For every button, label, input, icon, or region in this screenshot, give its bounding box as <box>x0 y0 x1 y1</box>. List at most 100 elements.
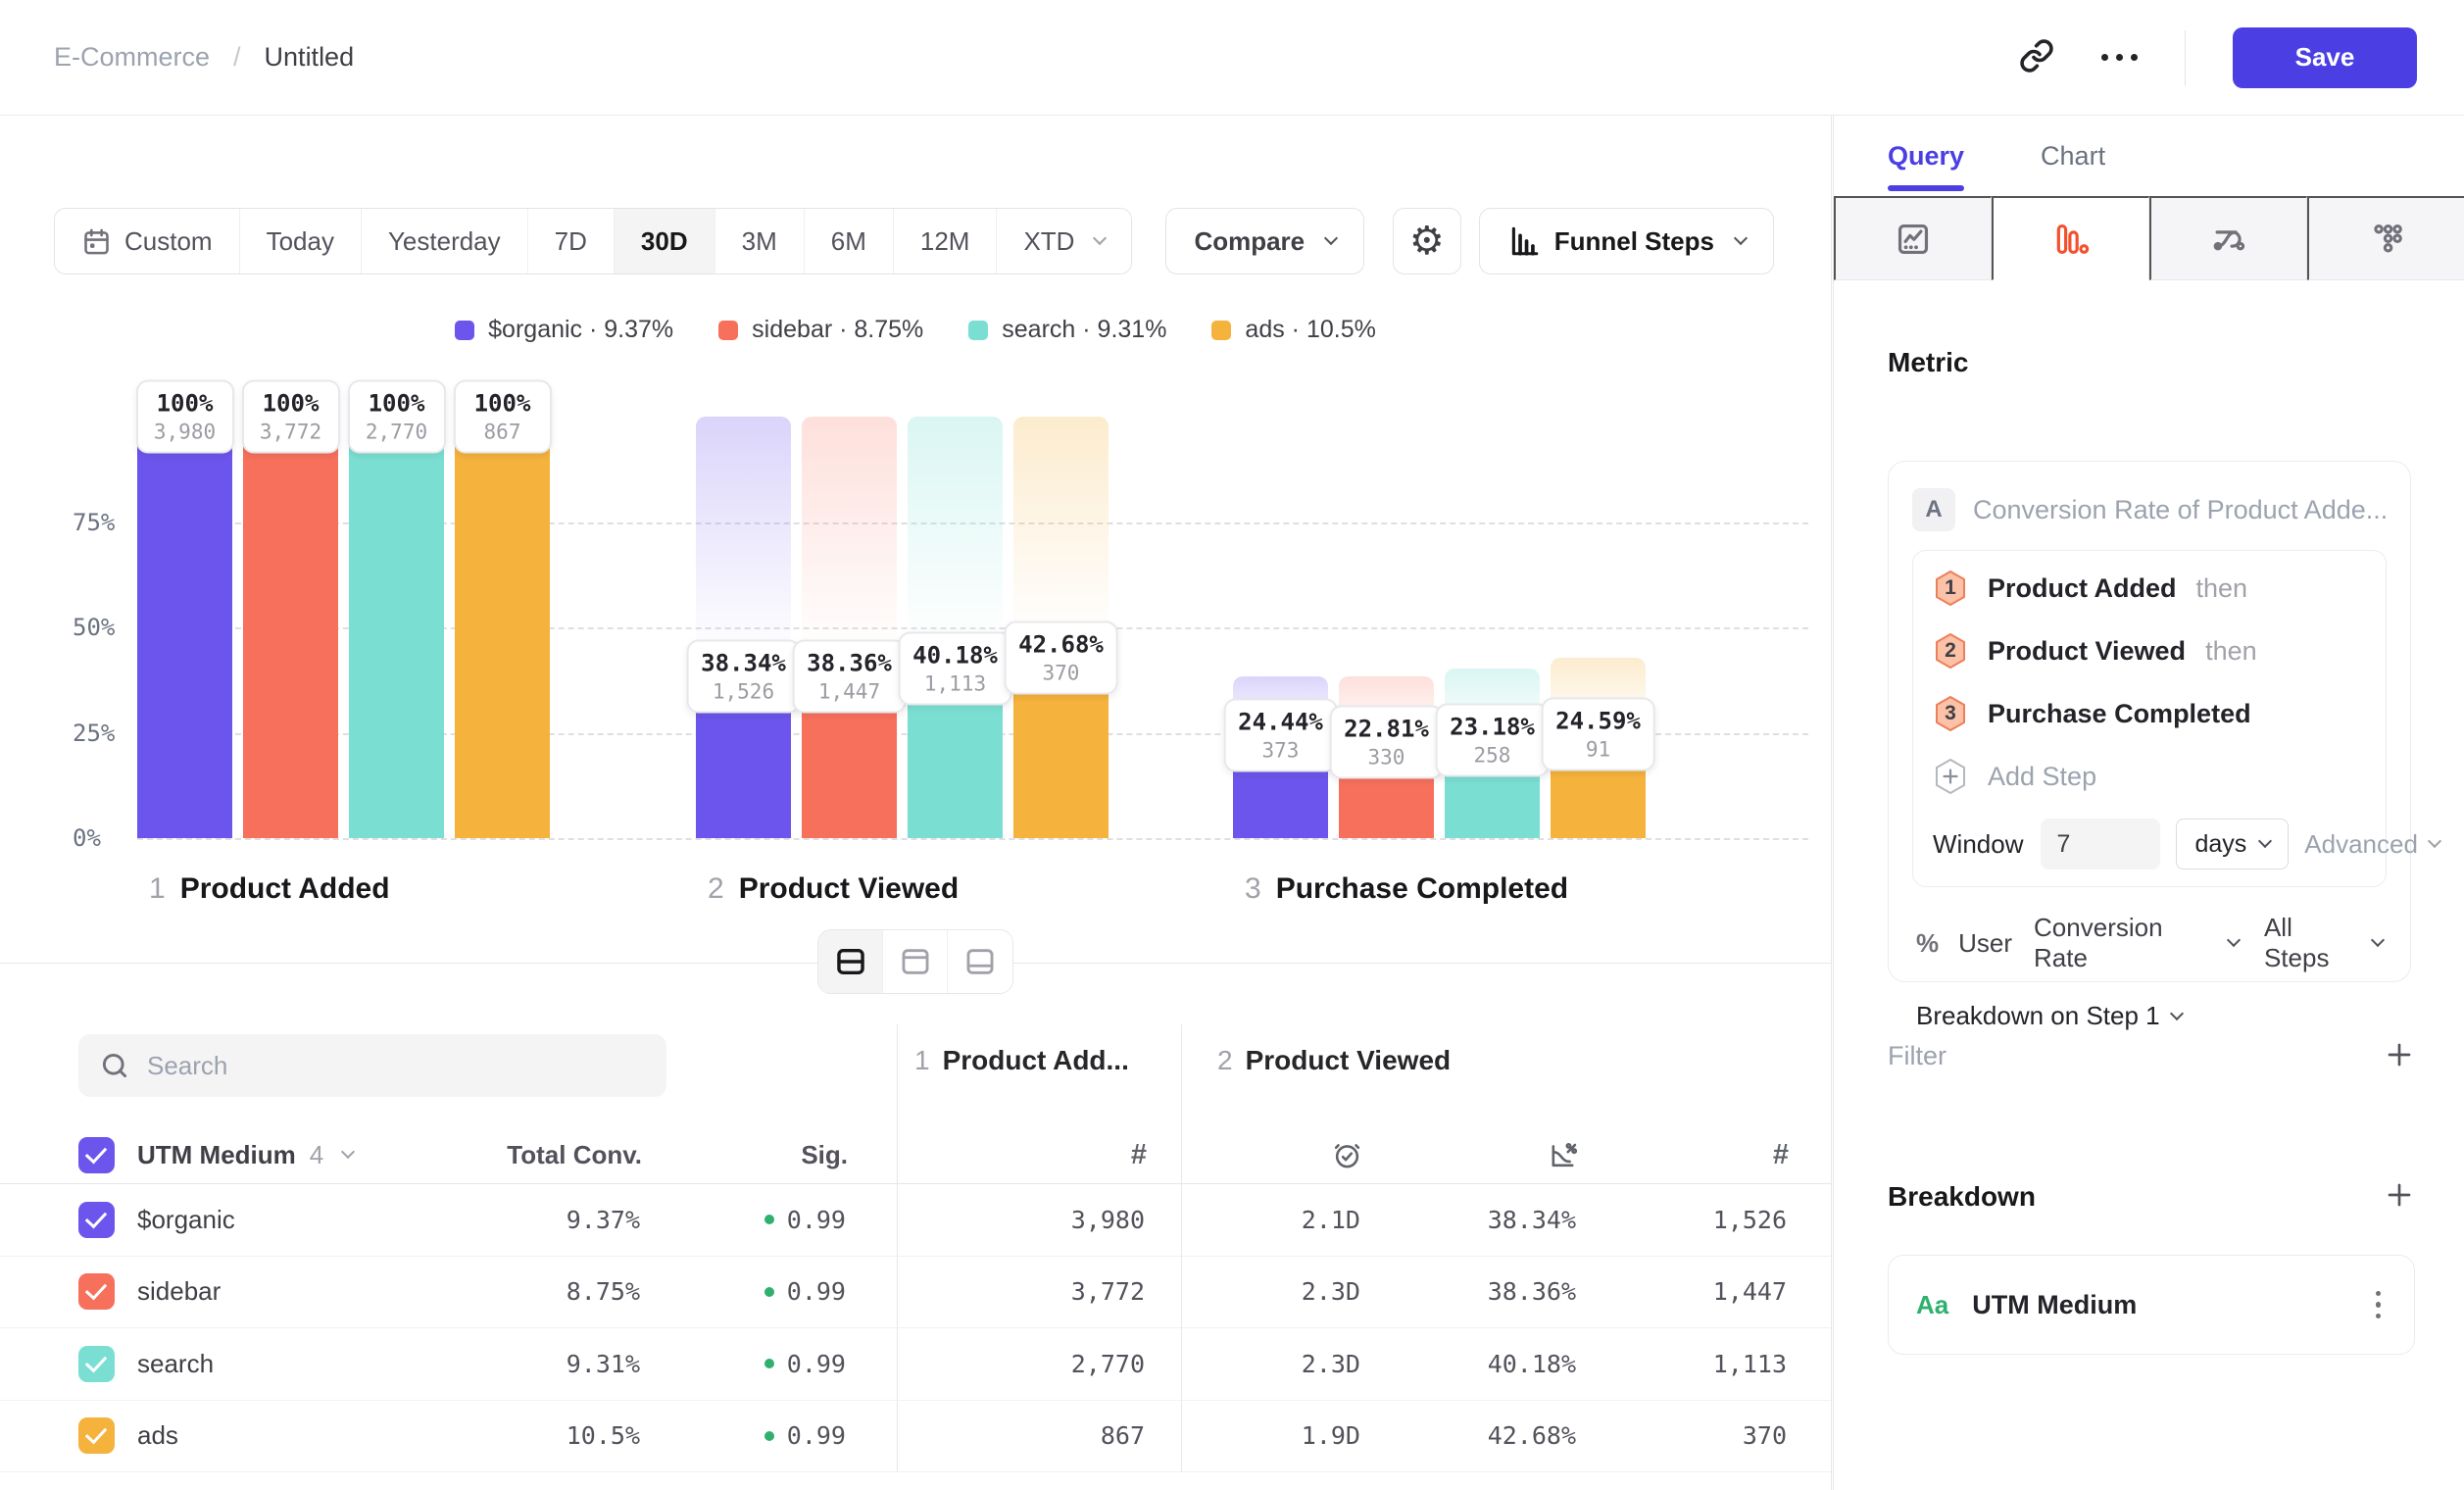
share-link-button[interactable] <box>2019 38 2054 76</box>
metric-summary[interactable]: A Conversion Rate of Product Adde... <box>1912 483 2387 536</box>
value-percent: 100% <box>257 390 325 418</box>
row-name: ads <box>137 1401 178 1472</box>
row-conv-rate: 40.18% <box>1488 1328 1576 1400</box>
step-number: 3 <box>1245 872 1261 906</box>
advanced-toggle[interactable]: Advanced <box>2304 829 2439 860</box>
value-count: 370 <box>1018 662 1104 685</box>
bar-ads-step-1[interactable] <box>455 417 550 838</box>
breakdown-on-label: Breakdown on Step 1 <box>1916 1001 2160 1031</box>
tab-query[interactable]: Query <box>1888 116 1964 196</box>
metric-heading: Metric <box>1888 347 1968 378</box>
step-name: Product Added <box>180 872 390 906</box>
measure-scope[interactable]: All Steps <box>2264 913 2361 973</box>
conversion-rate-column[interactable] <box>1519 1133 1578 1176</box>
row-conv-rate: 38.34% <box>1488 1184 1576 1256</box>
layout-pane-bottom-button[interactable] <box>948 930 1012 993</box>
row-checkbox[interactable] <box>78 1273 115 1310</box>
metric-badge: A <box>1912 488 1955 531</box>
bar-$organic-step-1[interactable] <box>137 417 232 838</box>
x-axis-step-3: 3Purchase Completed <box>1245 872 1568 906</box>
add-step-label: Add Step <box>1988 762 2096 792</box>
ghost-bar-$organic-step-2 <box>696 417 791 676</box>
chart-type-flows[interactable] <box>2149 196 2307 280</box>
value-label-search-step-1: 100%2,770 <box>348 380 446 454</box>
add-filter-button[interactable] <box>2384 1039 2415 1073</box>
window-value-input[interactable] <box>2041 819 2160 869</box>
percent-icon: % <box>1916 928 1939 959</box>
search-input[interactable] <box>145 1050 645 1082</box>
sig-header[interactable]: Sig. <box>701 1133 848 1176</box>
window-unit-label: days <box>2194 830 2246 859</box>
chevron-down-icon <box>2371 933 2385 947</box>
filter-heading: Filter <box>1888 1041 1947 1071</box>
save-button[interactable]: Save <box>2233 27 2417 88</box>
total-conv-header[interactable]: Total Conv. <box>446 1133 642 1176</box>
bar-sidebar-step-1[interactable] <box>243 417 338 838</box>
tab-chart[interactable]: Chart <box>2041 116 2105 196</box>
step-number: 2 <box>708 872 724 906</box>
chart-type-line-chart[interactable] <box>1834 196 1992 280</box>
window-unit-select[interactable]: days <box>2176 819 2289 869</box>
gridline <box>137 838 1808 840</box>
value-label-$organic-step-2: 38.34%1,526 <box>686 640 801 714</box>
group-column-header[interactable]: UTM Medium 4 <box>137 1133 353 1176</box>
add-breakdown-button[interactable] <box>2384 1179 2415 1214</box>
query-step-label: Purchase Completed <box>1988 699 2251 729</box>
table-search <box>78 1034 666 1097</box>
row-checkbox[interactable] <box>78 1202 115 1238</box>
table-row-sidebar[interactable]: sidebar0.998.75%3,7722.3D38.36%1,447 <box>0 1257 1831 1329</box>
sig-value: 0.99 <box>787 1277 846 1306</box>
value-label-search-step-3: 23.18%258 <box>1435 704 1550 777</box>
topbar: E-Commerce / Untitled Save <box>0 0 2464 116</box>
step-name: Product Viewed <box>1246 1045 1452 1076</box>
chart-type-funnel-bars[interactable] <box>1992 196 2149 280</box>
breakdown-item[interactable]: Aa UTM Medium <box>1888 1255 2415 1355</box>
topbar-actions: Save <box>2019 27 2417 88</box>
row-checkbox-cell <box>78 1328 115 1400</box>
kebab-menu-icon[interactable] <box>2370 1285 2388 1325</box>
row-total: 9.31% <box>567 1328 640 1400</box>
query-step-3[interactable]: 3Purchase Completed <box>1933 682 2366 745</box>
value-label-ads-step-2: 42.68%370 <box>1004 621 1118 695</box>
row-total: 10.5% <box>567 1401 640 1472</box>
value-label-search-step-2: 40.18%1,113 <box>898 632 1012 706</box>
select-all-checkbox[interactable] <box>78 1137 115 1173</box>
row-checkbox[interactable] <box>78 1417 115 1454</box>
row-total: 8.75% <box>567 1257 640 1328</box>
query-step-2[interactable]: 2Product Viewedthen <box>1933 620 2366 682</box>
measure-entity[interactable]: User <box>1958 928 2012 959</box>
ghost-bar-search-step-2 <box>908 417 1003 669</box>
layout-split-h-button[interactable] <box>818 930 883 993</box>
measure-metric[interactable]: Conversion Rate <box>2034 913 2217 973</box>
table-row-$organic[interactable]: $organic0.999.37%3,9802.1D38.34%1,526 <box>0 1184 1831 1257</box>
query-step-1[interactable]: 1Product Addedthen <box>1933 557 2366 620</box>
breadcrumb-title[interactable]: Untitled <box>265 42 355 73</box>
value-count: 2,770 <box>363 421 431 444</box>
y-axis-tick: 50% <box>73 614 115 641</box>
breakdown-on-step-select[interactable]: Breakdown on Step 1 <box>1912 1001 2186 1031</box>
query-step-suffix: then <box>2196 573 2248 604</box>
bar-search-step-1[interactable] <box>349 417 444 838</box>
step2-count-column[interactable]: # <box>1730 1133 1789 1176</box>
value-label-ads-step-1: 100%867 <box>454 380 552 454</box>
x-axis-step-1: 1Product Added <box>149 872 390 906</box>
plus-icon <box>2384 1179 2415 1211</box>
advanced-label: Advanced <box>2304 829 2418 860</box>
breadcrumb: E-Commerce / Untitled <box>54 42 354 73</box>
chart-type-scatter[interactable] <box>2307 196 2464 280</box>
breadcrumb-project[interactable]: E-Commerce <box>54 42 210 73</box>
plus-icon <box>2384 1039 2415 1070</box>
pane-top-icon <box>899 945 932 978</box>
step1-count-column[interactable]: # <box>1088 1133 1147 1176</box>
table-row-search[interactable]: search0.999.31%2,7702.3D40.18%1,113 <box>0 1328 1831 1401</box>
more-options-button[interactable] <box>2101 54 2138 61</box>
layout-pane-top-button[interactable] <box>883 930 948 993</box>
sig-value: 0.99 <box>787 1206 846 1234</box>
row-step2-count: 1,113 <box>1713 1328 1787 1400</box>
row-checkbox[interactable] <box>78 1346 115 1382</box>
add-step-button[interactable]: Add Step <box>1933 745 2366 808</box>
hash-icon: # <box>1773 1139 1789 1171</box>
time-to-convert-column[interactable] <box>1304 1133 1362 1176</box>
pane-bottom-icon <box>963 945 997 978</box>
table-row-ads[interactable]: ads0.9910.5%8671.9D42.68%370 <box>0 1401 1831 1473</box>
